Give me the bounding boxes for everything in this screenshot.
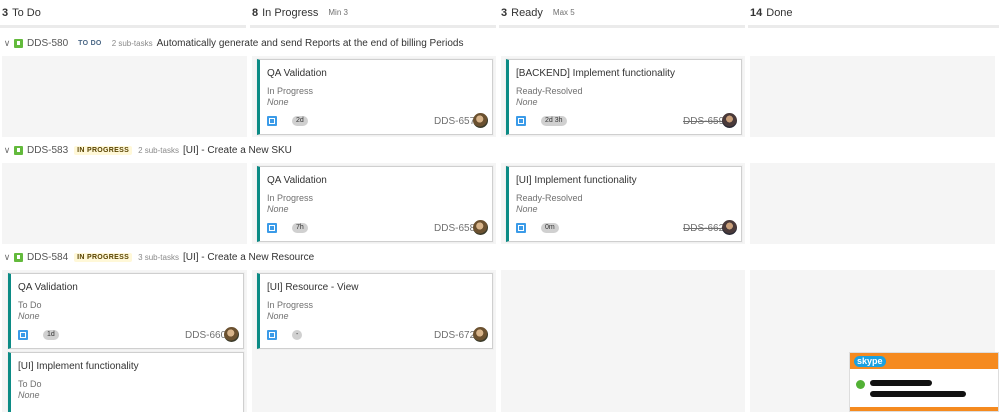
subtask-icon	[267, 116, 277, 126]
lane-subtask-count: 3 sub-tasks	[138, 252, 179, 262]
online-status-icon	[856, 380, 865, 389]
chevron-down-icon[interactable]: ∨	[0, 252, 14, 263]
card-title: [UI] Implement functionality	[516, 175, 637, 186]
column-name: To Do	[12, 6, 41, 19]
lane-cell	[750, 163, 995, 244]
time-estimate-badge: -	[292, 330, 303, 340]
subtask-icon	[516, 116, 526, 126]
column-header-ready[interactable]: 3 Ready Max 5	[499, 0, 745, 28]
story-icon	[14, 38, 23, 48]
swimlane-header-dds-580[interactable]: ∨ DDS-580 TO DO 2 sub-tasks Automaticall…	[0, 34, 999, 52]
card-assignee: None	[267, 97, 289, 107]
column-name: Done	[766, 6, 793, 19]
subtask-icon	[18, 330, 28, 340]
column-count: 3	[501, 6, 508, 19]
lane-issue-key[interactable]: DDS-583	[27, 145, 68, 156]
issue-card[interactable]: [UI] Implement functionality Ready-Resol…	[506, 166, 742, 242]
card-assignee: None	[516, 204, 538, 214]
issue-card[interactable]: QA Validation To Do None 1d DDS-660	[8, 273, 244, 349]
lane-cell	[2, 56, 247, 137]
card-status: Ready-Resolved	[516, 86, 583, 96]
time-estimate-badge: 1d	[43, 330, 59, 340]
lane-status-badge: TO DO	[74, 37, 106, 49]
card-assignee: None	[18, 311, 40, 321]
lane-status-badge: IN PROGRESS	[74, 252, 133, 262]
card-assignee: None	[267, 204, 289, 214]
issue-card[interactable]: [UI] Implement functionality To Do None	[8, 352, 244, 412]
avatar	[473, 113, 488, 128]
issue-card[interactable]: [BACKEND] Implement functionality Ready-…	[506, 59, 742, 135]
card-title: [UI] Resource - View	[267, 282, 359, 293]
card-title: QA Validation	[18, 282, 78, 293]
card-status: Ready-Resolved	[516, 193, 583, 203]
time-estimate-badge: 0m	[541, 223, 559, 233]
card-status: To Do	[18, 379, 42, 389]
chevron-down-icon[interactable]: ∨	[0, 145, 14, 156]
lane-cell	[750, 56, 995, 137]
lane-summary: [UI] - Create a New Resource	[182, 251, 315, 263]
story-icon	[14, 145, 23, 155]
card-title: [BACKEND] Implement functionality	[516, 68, 675, 79]
card-status: In Progress	[267, 86, 314, 96]
card-title: [UI] Implement functionality	[18, 361, 139, 372]
issue-card[interactable]: QA Validation In Progress None 2d DDS-65…	[257, 59, 493, 135]
column-count: 14	[750, 6, 763, 19]
card-title: QA Validation	[267, 175, 327, 186]
column-count: 8	[252, 6, 259, 19]
subtask-icon	[267, 330, 277, 340]
card-assignee: None	[267, 311, 289, 321]
avatar	[722, 220, 737, 235]
redacted-text	[870, 391, 966, 397]
card-status: In Progress	[267, 300, 314, 310]
skype-title-bar: skype	[850, 353, 998, 369]
card-assignee: None	[516, 97, 538, 107]
card-key[interactable]: DDS-660	[185, 330, 226, 341]
issue-card[interactable]: QA Validation In Progress None 7h DDS-65…	[257, 166, 493, 242]
column-limit: Max 5	[552, 8, 575, 17]
time-estimate-badge: 2d	[292, 116, 308, 126]
swimlane-header-dds-584[interactable]: ∨ DDS-584 IN PROGRESS 3 sub-tasks [UI] -…	[0, 248, 999, 266]
column-name: In Progress	[262, 6, 319, 19]
column-limit: Min 3	[328, 8, 348, 17]
redacted-text	[870, 380, 932, 386]
lane-cell	[2, 163, 247, 244]
card-key[interactable]: DDS-672	[434, 330, 475, 341]
card-key[interactable]: DDS-658	[434, 223, 475, 234]
lane-subtask-count: 2 sub-tasks	[111, 38, 153, 48]
skype-notification-popup[interactable]: skype	[849, 352, 999, 412]
card-key[interactable]: DDS-657	[434, 116, 475, 127]
time-estimate-badge: 7h	[292, 223, 308, 233]
column-header-done[interactable]: 14 Done	[748, 0, 999, 28]
skype-logo: skype	[854, 355, 886, 367]
card-status: To Do	[18, 300, 42, 310]
card-key[interactable]: DDS-659	[683, 116, 724, 127]
card-status: In Progress	[267, 193, 314, 203]
column-count: 3	[2, 6, 9, 19]
column-header-in-progress[interactable]: 8 In Progress Min 3	[250, 0, 496, 28]
avatar	[722, 113, 737, 128]
lane-summary: Automatically generate and send Reports …	[156, 37, 464, 49]
card-key[interactable]: DDS-662	[683, 223, 724, 234]
chevron-down-icon[interactable]: ∨	[0, 38, 14, 49]
lane-cell	[501, 270, 745, 412]
subtask-icon	[267, 223, 277, 233]
card-assignee: None	[18, 390, 40, 400]
time-estimate-badge: 2d 3h	[541, 116, 567, 126]
subtask-icon	[516, 223, 526, 233]
issue-card[interactable]: [UI] Resource - View In Progress None - …	[257, 273, 493, 349]
column-header-todo[interactable]: 3 To Do	[0, 0, 246, 28]
lane-subtask-count: 2 sub-tasks	[138, 145, 179, 155]
story-icon	[14, 252, 23, 262]
column-name: Ready	[511, 6, 543, 19]
lane-status-badge: IN PROGRESS	[74, 145, 133, 155]
lane-summary: [UI] - Create a New SKU	[182, 144, 292, 156]
lane-issue-key[interactable]: DDS-584	[27, 252, 68, 263]
card-title: QA Validation	[267, 68, 327, 79]
avatar	[224, 327, 239, 342]
avatar	[473, 327, 488, 342]
avatar	[473, 220, 488, 235]
swimlane-header-dds-583[interactable]: ∨ DDS-583 IN PROGRESS 2 sub-tasks [UI] -…	[0, 141, 999, 159]
skype-bottom-bar	[850, 407, 998, 411]
lane-issue-key[interactable]: DDS-580	[27, 38, 68, 49]
